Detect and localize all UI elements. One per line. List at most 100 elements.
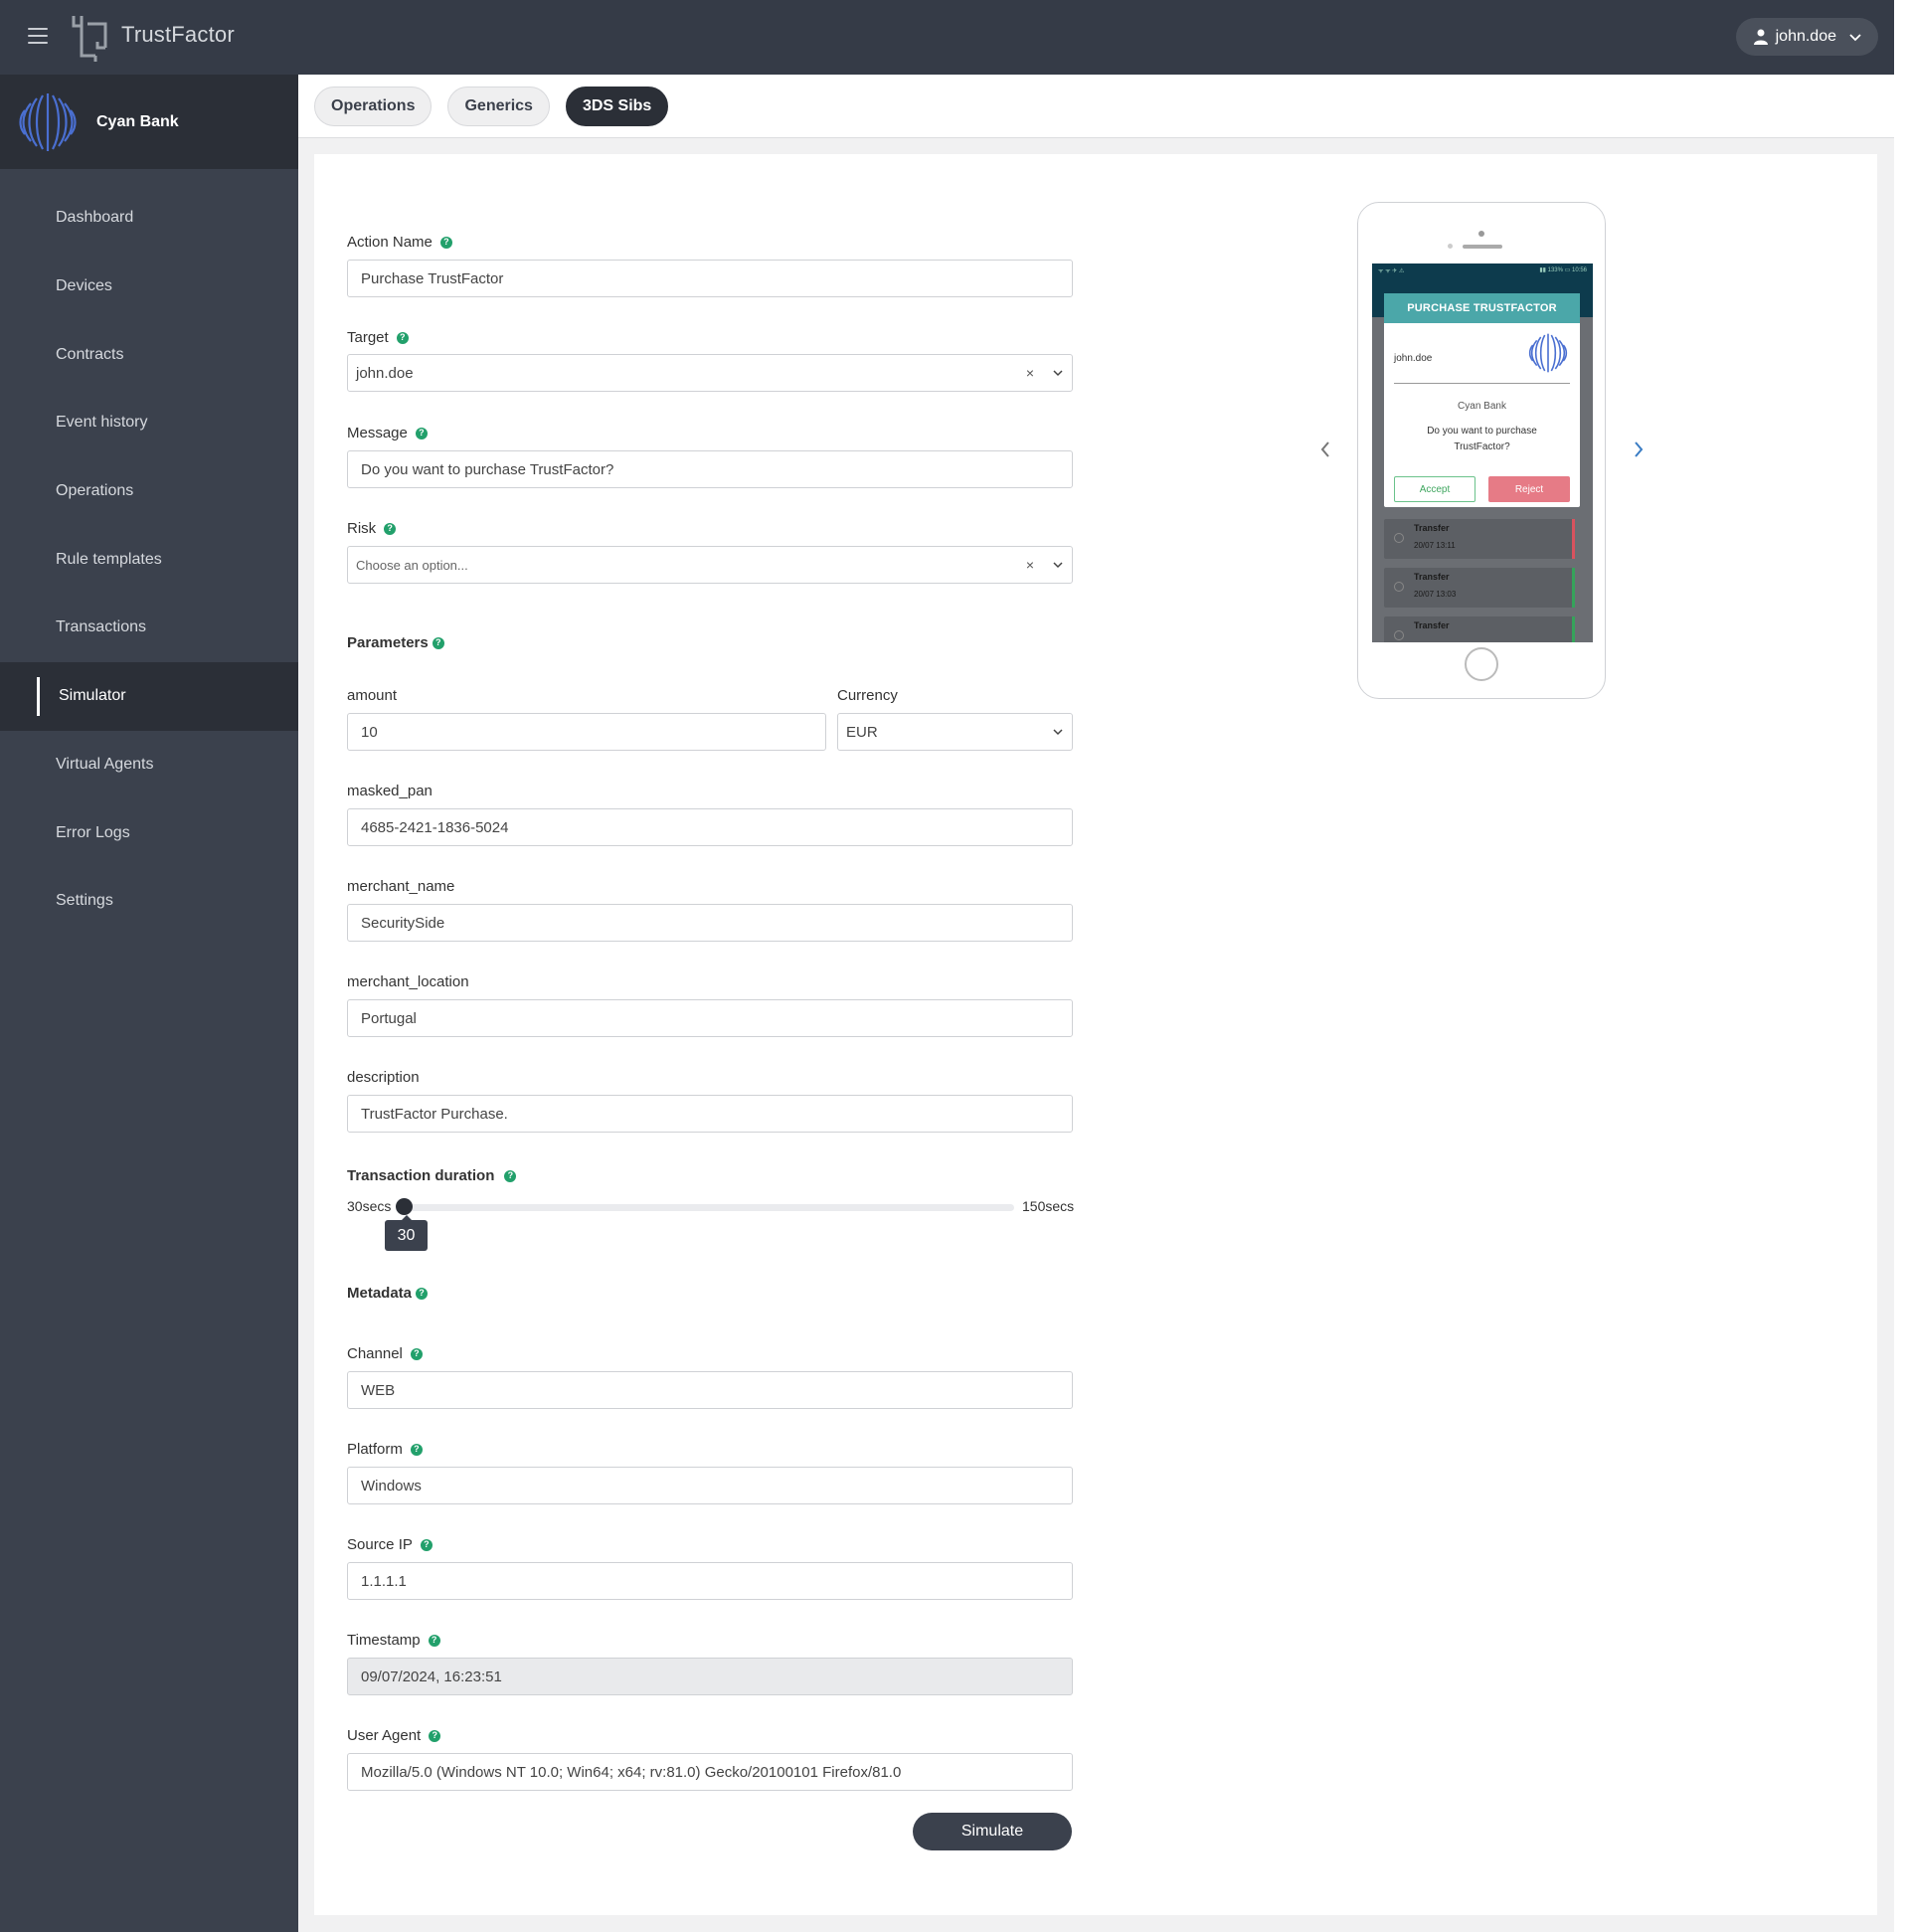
slider-min-label: 30secs xyxy=(347,1198,392,1214)
sidebar-item-label: Event history xyxy=(56,414,148,432)
sidebar-item-label: Transactions xyxy=(56,618,146,636)
slider-max-label: 150secs xyxy=(1022,1198,1075,1214)
transaction-status-bar xyxy=(1572,616,1575,642)
sidebar-item-label: Contracts xyxy=(56,345,124,363)
clear-icon[interactable]: × xyxy=(1026,365,1034,381)
sidebar-item-label: Settings xyxy=(56,892,113,910)
clear-icon[interactable]: × xyxy=(1026,557,1034,573)
transaction-date: 20/07 13:03 xyxy=(1414,590,1457,599)
phone-home-button xyxy=(1465,647,1498,681)
platform-label-text: Platform xyxy=(347,1441,403,1458)
description-label-text: description xyxy=(347,1069,420,1086)
source-ip-input[interactable]: 1.1.1.1 xyxy=(347,1562,1073,1600)
trustfactor-logo-icon xyxy=(72,16,107,62)
tab-operations[interactable]: Operations xyxy=(314,87,433,126)
chevron-down-icon[interactable] xyxy=(1052,726,1064,738)
help-icon[interactable]: ? xyxy=(428,1634,440,1647)
sidebar-item-simulator[interactable]: Simulator xyxy=(0,661,298,731)
merchant-name-label-text: merchant_name xyxy=(347,878,455,895)
help-icon[interactable]: ? xyxy=(384,522,397,535)
action-name-input[interactable]: Purchase TrustFactor xyxy=(347,260,1073,297)
phone-camera xyxy=(1478,231,1484,237)
help-icon[interactable]: ? xyxy=(439,236,452,249)
chevron-left-icon[interactable] xyxy=(1318,439,1332,459)
help-icon[interactable]: ? xyxy=(420,1538,433,1551)
transaction-name: Transfer xyxy=(1414,523,1450,533)
help-icon[interactable]: ? xyxy=(504,1169,517,1182)
user-menu-username: john.doe xyxy=(1775,28,1836,45)
user-menu-button[interactable]: john.doe xyxy=(1735,18,1878,56)
duration-slider-track[interactable] xyxy=(398,1204,1014,1211)
user-icon xyxy=(1753,29,1768,45)
sidebar-item-settings[interactable]: Settings xyxy=(0,867,298,936)
help-icon[interactable]: ? xyxy=(410,1443,423,1456)
help-icon[interactable]: ? xyxy=(429,1729,441,1742)
currency-select[interactable]: EUR xyxy=(837,713,1073,751)
platform-label: Platform? xyxy=(347,1441,423,1458)
metadata-heading-text: Metadata xyxy=(347,1285,413,1302)
sidebar-item-label: Error Logs xyxy=(56,823,130,841)
sidebar-item-dashboard[interactable]: Dashboard xyxy=(0,184,298,253)
merchant-location-input[interactable]: Portugal xyxy=(347,999,1073,1037)
simulate-button[interactable]: Simulate xyxy=(913,1813,1072,1850)
transaction-name: Transfer xyxy=(1414,620,1450,630)
channel-label-text: Channel xyxy=(347,1345,403,1362)
channel-input[interactable]: WEB xyxy=(347,1371,1073,1409)
user-agent-label-text: User Agent xyxy=(347,1727,422,1744)
hamburger-menu-icon[interactable] xyxy=(28,28,48,44)
merchant-name-input[interactable]: SecuritySide xyxy=(347,904,1073,942)
amount-input[interactable]: 10 xyxy=(347,713,826,751)
dialog-divider xyxy=(1394,383,1570,384)
transaction-date: 20/07 13:11 xyxy=(1414,541,1456,550)
help-icon[interactable]: ? xyxy=(432,636,444,649)
sidebar-nav: Dashboard Devices Contracts Event histor… xyxy=(0,169,298,936)
source-ip-label: Source IP? xyxy=(347,1536,433,1553)
status-right: ▮▮ 133% ▭ 10:56 xyxy=(1539,267,1587,273)
chevron-down-icon[interactable] xyxy=(1052,367,1064,379)
sidebar-item-rule-templates[interactable]: Rule templates xyxy=(0,525,298,594)
channel-label: Channel? xyxy=(347,1345,423,1362)
description-input[interactable]: TrustFactor Purchase. xyxy=(347,1095,1073,1133)
parameters-heading-text: Parameters xyxy=(347,634,429,651)
action-name-label-text: Action Name xyxy=(347,234,433,251)
accept-button: Accept xyxy=(1394,476,1475,502)
transaction-duration-heading: Transaction duration? xyxy=(347,1167,517,1184)
help-icon[interactable]: ? xyxy=(396,331,409,344)
dialog-message: Do you want to purchase TrustFactor? xyxy=(1427,426,1537,452)
sidebar-item-label: Devices xyxy=(56,277,112,295)
duration-slider-handle[interactable] xyxy=(396,1198,413,1215)
app-brand: TrustFactor xyxy=(121,22,235,47)
platform-input[interactable]: Windows xyxy=(347,1467,1073,1504)
parameters-heading: Parameters? xyxy=(347,634,444,651)
phone-screen: ᯤ ᯤ ✈ ⚠ ▮▮ 133% ▭ 10:56 PURCHASE TRUSTFA… xyxy=(1372,263,1593,642)
sidebar-item-contracts[interactable]: Contracts xyxy=(0,320,298,389)
risk-select[interactable]: Choose an option... × xyxy=(347,546,1073,584)
dialog-bank: Cyan Bank xyxy=(1458,401,1506,412)
masked-pan-input[interactable]: 4685-2421-1836-5024 xyxy=(347,808,1073,846)
sidebar-item-label: Operations xyxy=(56,482,134,500)
sidebar-item-error-logs[interactable]: Error Logs xyxy=(0,798,298,867)
message-input[interactable]: Do you want to purchase TrustFactor? xyxy=(347,450,1073,488)
sidebar: Cyan Bank Dashboard Devices Contracts Ev… xyxy=(0,75,298,1932)
help-icon[interactable]: ? xyxy=(415,427,428,439)
tab-generics[interactable]: Generics xyxy=(447,87,550,126)
target-select[interactable]: john.doe × xyxy=(347,354,1073,392)
sidebar-item-virtual-agents[interactable]: Virtual Agents xyxy=(0,731,298,799)
tab-3ds-sibs[interactable]: 3DS Sibs xyxy=(565,87,669,126)
transaction-status-bar xyxy=(1572,568,1575,608)
sidebar-item-event-history[interactable]: Event history xyxy=(0,389,298,457)
action-name-label: Action Name? xyxy=(347,234,452,251)
sidebar-item-devices[interactable]: Devices xyxy=(0,253,298,321)
help-icon[interactable]: ? xyxy=(410,1347,423,1360)
user-agent-input[interactable]: Mozilla/5.0 (Windows NT 10.0; Win64; x64… xyxy=(347,1753,1073,1791)
chevron-down-icon[interactable] xyxy=(1052,559,1064,571)
sidebar-item-operations[interactable]: Operations xyxy=(0,457,298,526)
clock-icon xyxy=(1394,533,1404,543)
chevron-right-icon[interactable] xyxy=(1632,439,1646,459)
phone-speaker xyxy=(1463,245,1502,249)
help-icon[interactable]: ? xyxy=(416,1287,429,1300)
masked-pan-label-text: masked_pan xyxy=(347,783,433,799)
sidebar-item-transactions[interactable]: Transactions xyxy=(0,594,298,662)
chevron-down-icon xyxy=(1849,34,1861,42)
timestamp-label-text: Timestamp xyxy=(347,1632,421,1649)
